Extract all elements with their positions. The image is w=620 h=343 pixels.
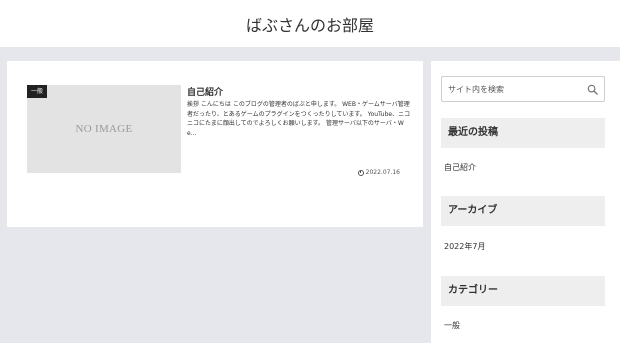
archive-heading: アーカイブ (441, 196, 605, 226)
category-link[interactable]: 一般 (444, 320, 460, 331)
category-badge: 一般 (27, 85, 48, 98)
post-list: 一般 NO IMAGE 自己紹介 挨拶 こんにちは このブログの管理者のばぶと申… (7, 61, 423, 227)
sidebar: 最近の投稿 自己紹介 アーカイブ 2022年7月 カテゴリー 一般 (431, 61, 620, 343)
post-date-text: 2022.07.16 (365, 169, 400, 176)
site-title[interactable]: ばぶさんのお部屋 (0, 12, 620, 36)
post-snippet: 挨拶 こんにちは このブログの管理者のばぶと申します。 WEB・ゲームサーバ管理… (187, 101, 411, 137)
recent-posts-heading: 最近の投稿 (441, 118, 605, 148)
site-header: ばぶさんのお部屋 (0, 0, 620, 47)
search-icon[interactable] (587, 84, 598, 95)
clock-icon (357, 169, 364, 176)
search-box (441, 76, 605, 102)
recent-post-link[interactable]: 自己紹介 (444, 162, 476, 173)
post-date: 2022.07.16 (357, 169, 400, 176)
post-thumbnail[interactable]: 一般 NO IMAGE (27, 85, 181, 173)
archive-link[interactable]: 2022年7月 (444, 241, 485, 252)
post-title[interactable]: 自己紹介 (187, 85, 223, 98)
search-input[interactable] (442, 77, 582, 101)
no-image-placeholder: NO IMAGE (75, 123, 133, 135)
category-heading: カテゴリー (441, 276, 605, 306)
